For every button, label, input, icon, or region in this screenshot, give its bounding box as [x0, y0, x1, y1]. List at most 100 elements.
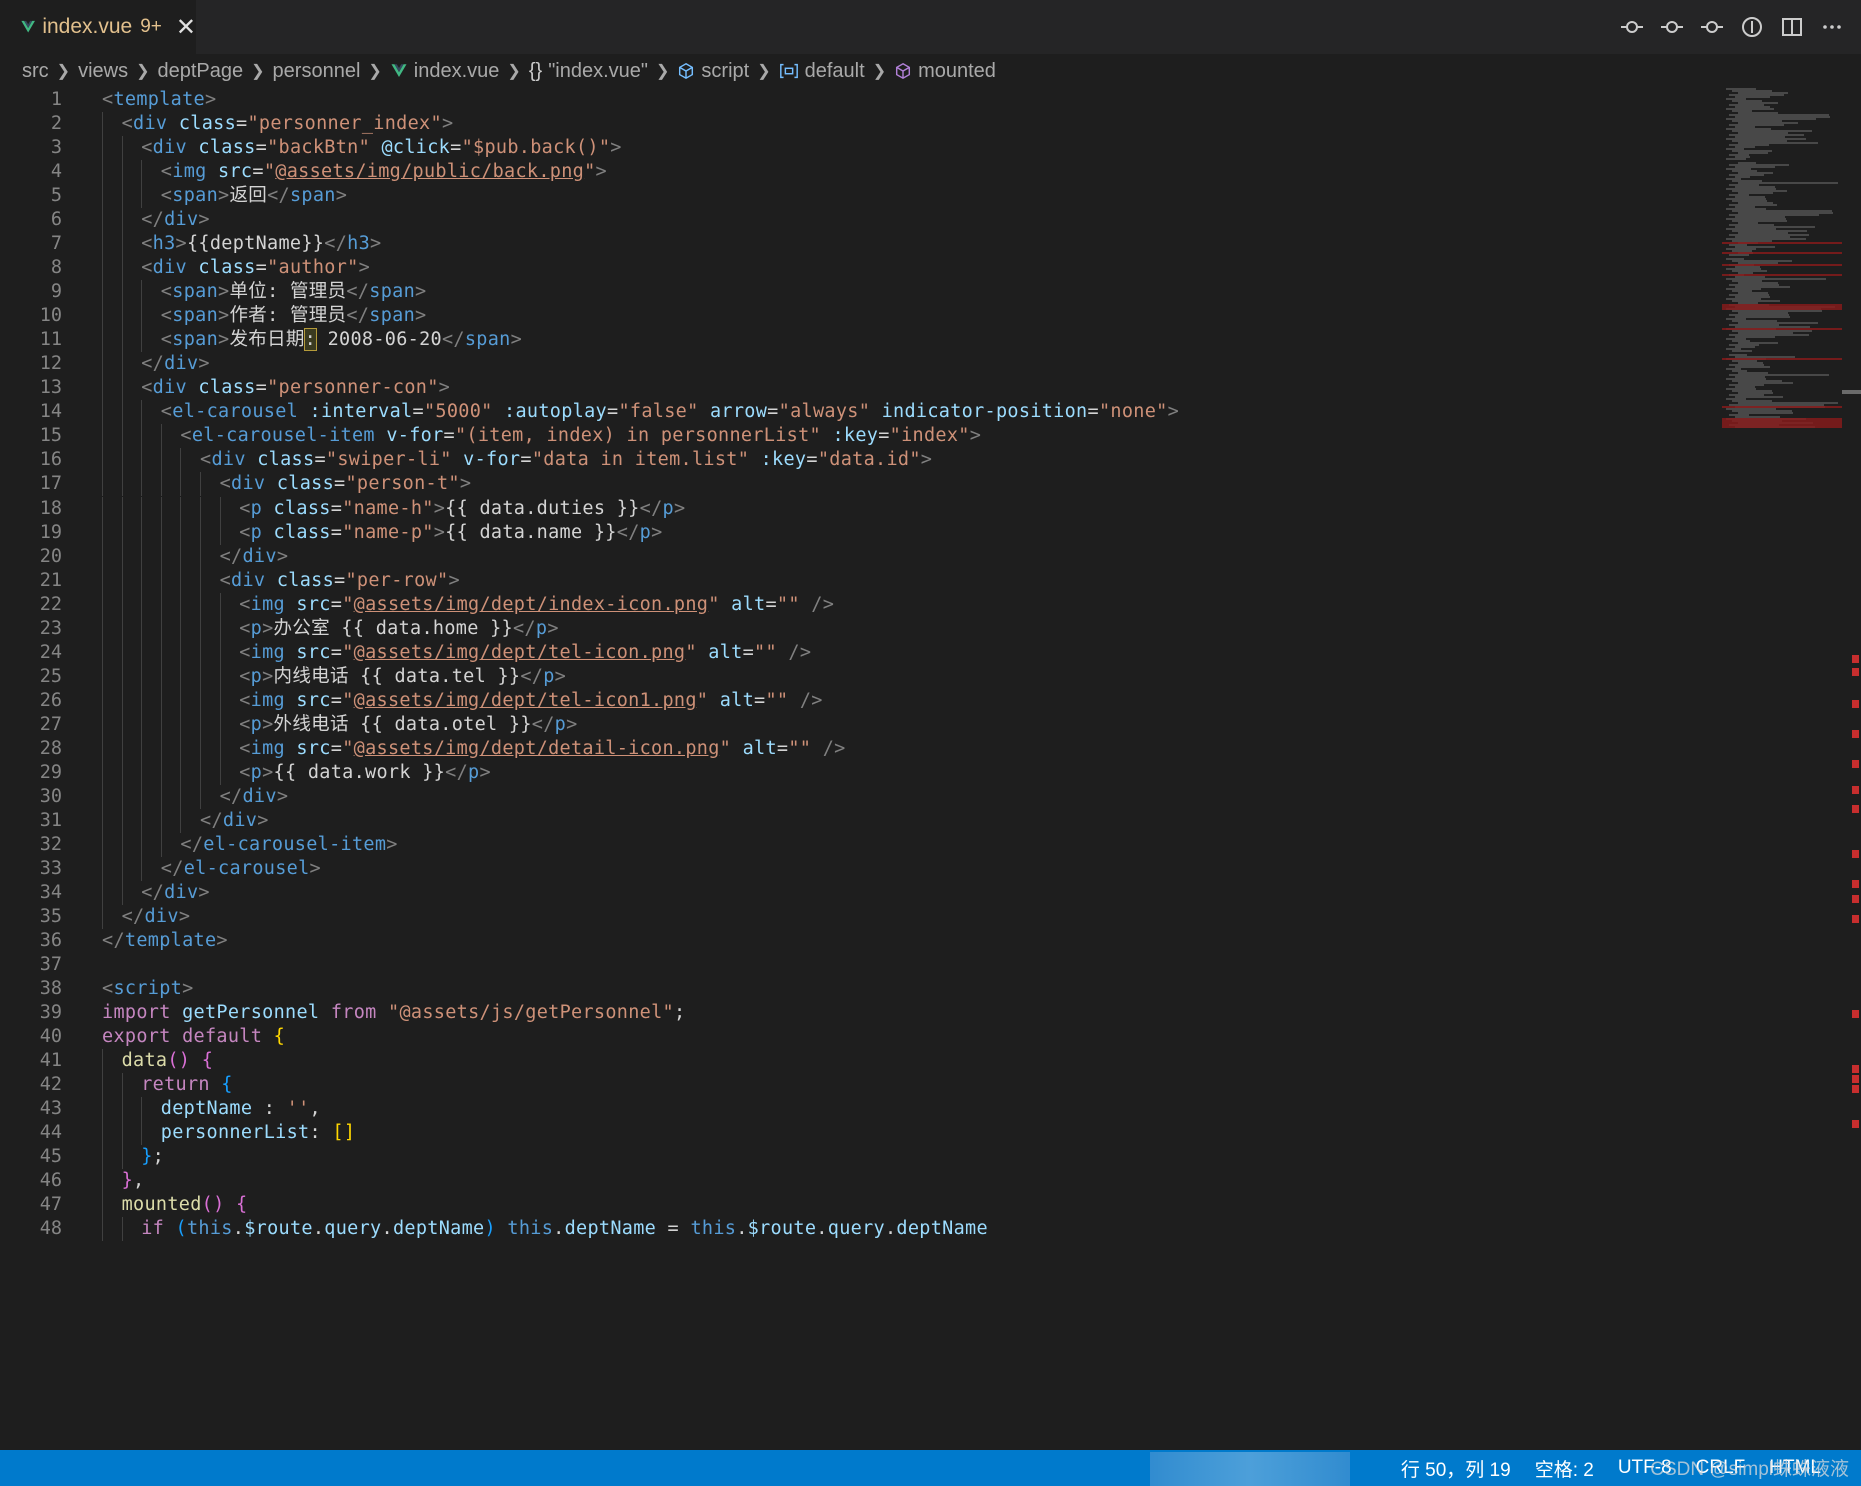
previous-change-icon[interactable] — [1661, 16, 1683, 38]
code-line[interactable]: 22 <img src="@assets/img/dept/index-icon.… — [0, 592, 1720, 617]
code-token: = — [754, 689, 766, 711]
code-line[interactable]: 41 data() { — [0, 1049, 1720, 1074]
code-line[interactable]: 27 <p>外线电话 {{ data.otel }}</p> — [0, 712, 1720, 737]
code-line[interactable]: 35 </div> — [0, 905, 1720, 930]
indent-guide — [219, 496, 221, 521]
code-line[interactable]: 20 </div> — [0, 544, 1720, 569]
code-line[interactable]: 48 if (this.$route.query.deptName) this.d… — [0, 1217, 1720, 1242]
code-line[interactable]: 14 <el-carousel :interval="5000" :autopla… — [0, 400, 1720, 425]
code-line[interactable]: 8 <div class="author"> — [0, 256, 1720, 281]
split-editor-icon[interactable] — [1781, 16, 1803, 38]
breadcrumb-item-default[interactable]: default — [779, 60, 865, 83]
close-icon[interactable]: ✕ — [176, 13, 196, 42]
indent-guide — [102, 1121, 103, 1146]
indent-guide — [160, 616, 162, 641]
code-line[interactable]: 44 personnerList: [] — [0, 1121, 1720, 1146]
indent-guide — [219, 712, 221, 737]
tab-index-vue[interactable]: index.vue 9+ ✕ — [0, 0, 196, 54]
code-line[interactable]: 42 return { — [0, 1073, 1720, 1098]
code-line[interactable]: 5 <span>返回</span> — [0, 184, 1720, 209]
breadcrumb-item-file[interactable]: index.vue — [390, 60, 499, 83]
indent-guide — [160, 736, 162, 761]
breadcrumb-item-script[interactable]: script — [677, 60, 749, 83]
code-line[interactable]: 36 </template> — [0, 929, 1720, 953]
open-changes-icon[interactable] — [1621, 16, 1643, 38]
breadcrumb-item-src[interactable]: src — [22, 60, 49, 83]
code-text: <script> — [102, 977, 194, 1001]
code-line[interactable]: 9 <span>单位: 管理员</span> — [0, 280, 1720, 305]
code-line[interactable]: 43 deptName : '', — [0, 1097, 1720, 1122]
code-line[interactable]: 30 </div> — [0, 784, 1720, 809]
code-line[interactable]: 16 <div class="swiper-li" v-for="data in … — [0, 448, 1720, 473]
code-token: default — [182, 1026, 263, 1048]
code-line[interactable]: 26 <img src="@assets/img/dept/tel-icon1.p… — [0, 688, 1720, 713]
breadcrumb-item-personnel[interactable]: personnel — [273, 60, 361, 83]
code-token: </ — [219, 545, 243, 567]
code-line[interactable]: 17 <div class="person-t"> — [0, 472, 1720, 497]
indent-guide — [102, 880, 103, 905]
code-line[interactable]: 4 <img src="@assets/img/public/back.png"> — [0, 160, 1720, 185]
code-token: = — [450, 137, 462, 159]
breadcrumb-item-views[interactable]: views — [78, 60, 128, 83]
code-text: <el-carousel :interval="5000" :autoplay=… — [161, 400, 1179, 424]
code-line[interactable]: 37 — [0, 953, 1720, 977]
code-line[interactable]: 13 <div class="personner-con"> — [0, 376, 1720, 401]
indent-guide — [121, 472, 123, 497]
code-line[interactable]: 40 export default { — [0, 1025, 1720, 1049]
code-line[interactable]: 31 </div> — [0, 808, 1720, 833]
code-line[interactable]: 34 </div> — [0, 880, 1720, 905]
code-token: > — [479, 761, 491, 783]
indent-guide — [102, 664, 103, 689]
minimap-line — [1729, 254, 1749, 256]
code-line[interactable]: 12 </div> — [0, 352, 1720, 377]
code-line[interactable]: 24 <img src="@assets/img/dept/tel-icon.pn… — [0, 640, 1720, 665]
code-token: < — [160, 185, 173, 207]
code-line[interactable]: 39 import getPersonnel from "@assets/js/g… — [0, 1001, 1720, 1025]
scrollbar-thumb[interactable] — [1842, 390, 1861, 394]
code-line[interactable]: 28 <img src="@assets/img/dept/detail-icon… — [0, 736, 1720, 761]
minimap[interactable] — [1722, 88, 1842, 438]
git-timeline-icon[interactable] — [1741, 16, 1763, 38]
code-line[interactable]: 33 </el-carousel> — [0, 856, 1720, 881]
code-token: from — [330, 1002, 377, 1024]
code-line[interactable]: 15 <el-carousel-item v-for="(item, index)… — [0, 424, 1720, 449]
code-line[interactable]: 21 <div class="per-row"> — [0, 568, 1720, 593]
code-line[interactable]: 23 <p>办公室 {{ data.home }}</p> — [0, 616, 1720, 641]
next-change-icon[interactable] — [1701, 16, 1723, 38]
code-line[interactable]: 46}, — [0, 1169, 1720, 1194]
code-line[interactable]: 1 <template> — [0, 88, 1720, 112]
more-actions-icon[interactable] — [1821, 16, 1843, 38]
line-number: 25 — [39, 665, 62, 687]
indentation[interactable]: 空格: 2 — [1535, 1455, 1594, 1482]
code-editor[interactable]: 1 <template> 2 <div class="personner_index"… — [0, 88, 1861, 1450]
code-line[interactable]: 3 <div class="backBtn" @click="$pub.back(… — [0, 136, 1720, 161]
cursor-position[interactable]: 行 50，列 19 — [1401, 1455, 1511, 1482]
code-line[interactable]: 19 <p class="name-p">{{ data.name }}</p> — [0, 520, 1720, 545]
line-number: 46 — [39, 1170, 62, 1192]
code-token: "person-t" — [345, 473, 460, 495]
code-token: > — [651, 521, 663, 543]
code-line[interactable]: 45}; — [0, 1145, 1720, 1170]
code-line[interactable]: 38 <script> — [0, 977, 1720, 1001]
code-token: . — [816, 1218, 828, 1240]
indent-guide — [180, 592, 182, 617]
code-line[interactable]: 32 </el-carousel-item> — [0, 832, 1720, 857]
code-line[interactable]: 29 <p>{{ data.work }}</p> — [0, 760, 1720, 785]
code-line[interactable]: 6 </div> — [0, 208, 1720, 233]
breadcrumb-item-deptpage[interactable]: deptPage — [158, 60, 244, 83]
code-line[interactable]: 11 <span>发布日期: 2008-06-20</span> — [0, 328, 1720, 353]
code-token: = — [330, 593, 343, 615]
code-line[interactable]: 47 mounted() { — [0, 1193, 1720, 1218]
code-line[interactable]: 10 <span>作者: 管理员</span> — [0, 304, 1720, 329]
breadcrumb-item-mounted[interactable]: mounted — [894, 60, 996, 83]
code-line[interactable]: 25 <p>内线电话 {{ data.tel }}</p> — [0, 664, 1720, 689]
code-line[interactable]: 18 <p class="name-h">{{ data.duties }}</p… — [0, 496, 1720, 521]
code-line[interactable]: 2 <div class="personner_index"> — [0, 112, 1720, 137]
code-line[interactable]: 7 <h3>{{deptName}}</h3> — [0, 232, 1720, 257]
indent-guide — [102, 592, 103, 617]
breadcrumb-item-module[interactable]: {} "index.vue" — [529, 60, 648, 83]
